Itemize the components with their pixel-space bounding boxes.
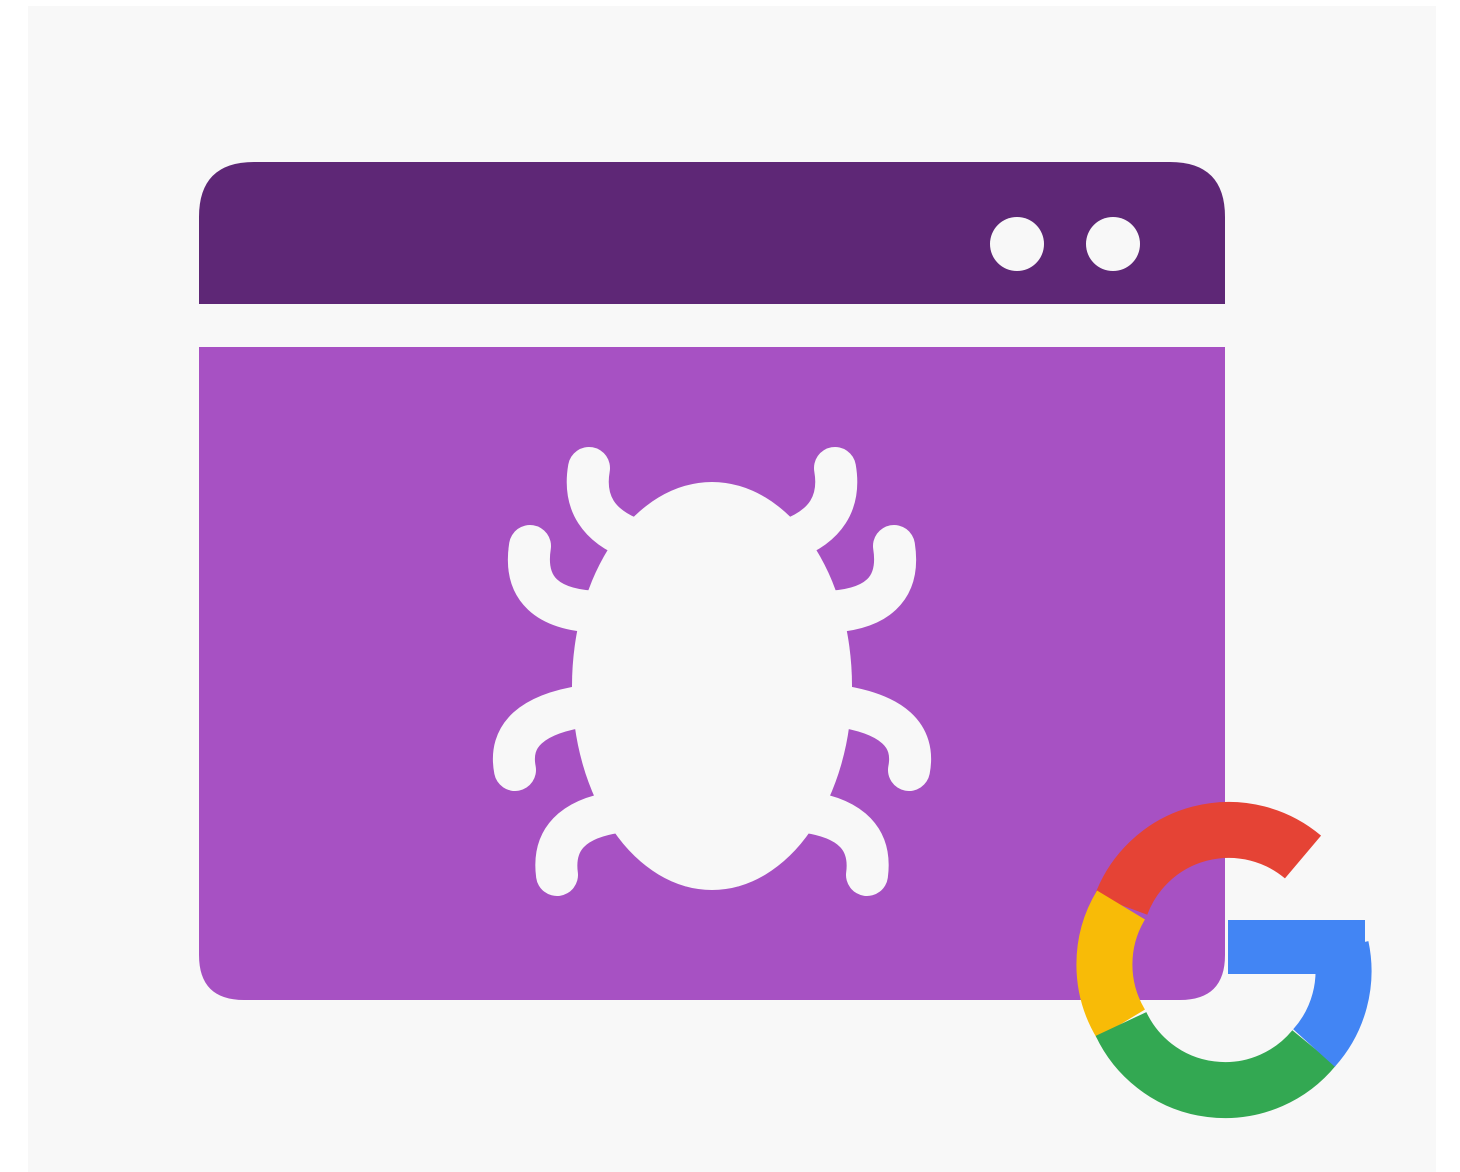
window-title-bar — [199, 162, 1225, 304]
google-g-blue-bar — [1228, 920, 1365, 974]
illustration-svg — [28, 6, 1436, 1172]
window-dot-1 — [990, 217, 1044, 271]
google-g-yellow-arc — [1076, 890, 1146, 1039]
bug-body — [572, 482, 852, 890]
window-dot-2 — [1086, 217, 1140, 271]
illustration-canvas — [0, 0, 1460, 1172]
